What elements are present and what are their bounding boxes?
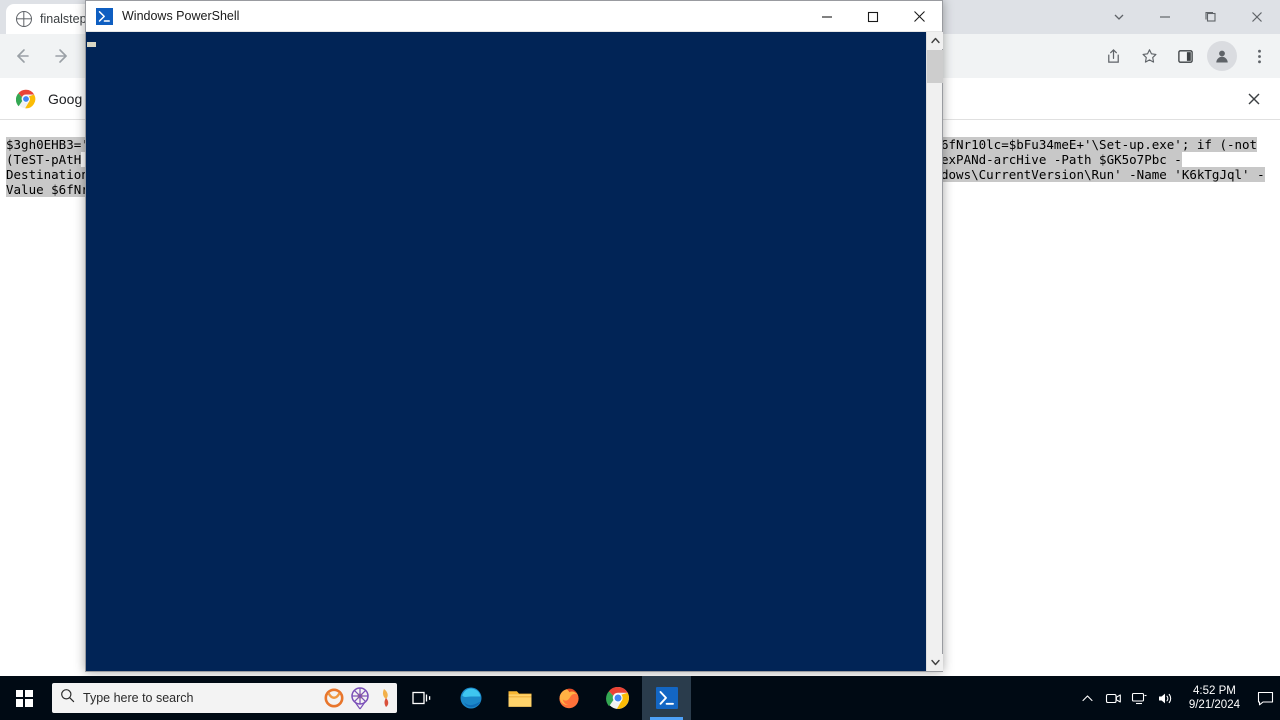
toolbar-actions (1096, 34, 1276, 78)
powershell-console-output[interactable] (86, 32, 926, 671)
star-icon[interactable] (1132, 39, 1166, 73)
scrollbar-thumb[interactable] (927, 50, 943, 83)
powershell-close-button[interactable] (896, 1, 942, 32)
browser-window-controls (1096, 0, 1280, 34)
chrome-logo-icon (15, 89, 36, 109)
powershell-window-title: Windows PowerShell (122, 9, 240, 23)
console-cursor (87, 42, 96, 47)
forward-arrow-icon[interactable] (44, 38, 80, 74)
scrollbar-up-arrow-icon[interactable] (927, 32, 943, 49)
powershell-maximize-button[interactable] (850, 1, 896, 32)
taskbar-clock[interactable]: 4:52 PM 9/21/2024 (1179, 684, 1250, 712)
scrollbar-down-arrow-icon[interactable] (927, 654, 943, 671)
system-tray: 4:52 PM 9/21/2024 (1075, 676, 1280, 720)
speaker-icon[interactable] (1153, 676, 1179, 720)
side-panel-icon[interactable] (1168, 39, 1202, 73)
browser-maximize-button[interactable] (1188, 0, 1234, 34)
browser-close-button[interactable] (1234, 0, 1280, 34)
leaves-icon (382, 689, 389, 707)
firefox-button[interactable] (544, 676, 593, 720)
console-scrollbar[interactable] (926, 32, 943, 671)
notification-icon[interactable] (1250, 676, 1280, 720)
file-explorer-button[interactable] (495, 676, 544, 720)
infobar-text: Goog (48, 90, 83, 107)
command-text-fragment: exPANd-arcHive -Path $GK5o7Pbc - (941, 152, 1182, 167)
search-input[interactable]: Type here to search (52, 683, 397, 713)
camera-icon[interactable] (1101, 676, 1127, 720)
windows-start-icon[interactable] (0, 676, 48, 720)
globe-icon (16, 11, 32, 27)
clock-date: 9/21/2024 (1188, 699, 1240, 711)
google-chrome-button[interactable] (593, 676, 642, 720)
tab-title: finalstep (40, 12, 87, 26)
powershell-icon (96, 7, 113, 25)
clock-time: 4:52 PM (1193, 685, 1236, 697)
powershell-window-controls (804, 1, 942, 32)
task-view-button[interactable] (397, 676, 446, 720)
ferris-wheel-icon (351, 687, 369, 710)
chevron-up-icon[interactable] (1075, 676, 1101, 720)
powershell-titlebar[interactable]: Windows PowerShell (86, 1, 942, 32)
windows-taskbar: Type here to search 4:52 PM 9/21/2024 (0, 676, 1280, 720)
browser-minimize-button[interactable] (1142, 0, 1188, 34)
avatar[interactable] (1207, 41, 1237, 71)
search-placeholder: Type here to search (83, 691, 194, 705)
network-icon[interactable] (1127, 676, 1153, 720)
back-arrow-icon[interactable] (4, 38, 40, 74)
windows-powershell-button[interactable] (642, 676, 691, 720)
command-text-fragment: 6fNr10lc=$bFu34meE+'\Set-up.exe'; if (-n… (941, 137, 1258, 152)
command-text-fragment: dows\CurrentVersion\Run' -Name 'K6kTgJql… (941, 167, 1265, 182)
share-icon[interactable] (1096, 39, 1130, 73)
powershell-window: Windows PowerShell (85, 0, 943, 672)
microsoft-edge-button[interactable] (446, 676, 495, 720)
search-decoration (323, 683, 391, 713)
pretzel-icon (324, 688, 344, 708)
close-icon[interactable] (1242, 87, 1266, 111)
tab-search-icon[interactable] (1096, 0, 1142, 34)
powershell-minimize-button[interactable] (804, 1, 850, 32)
three-dot-menu-icon[interactable] (1242, 39, 1276, 73)
search-icon (60, 688, 75, 708)
